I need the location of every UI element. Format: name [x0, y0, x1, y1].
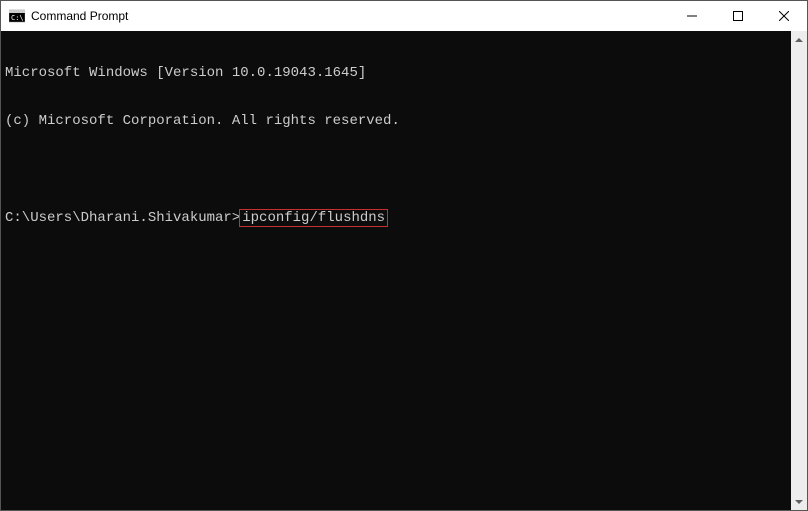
prompt-text: C:\Users\Dharani.Shivakumar> [5, 210, 240, 226]
terminal-area: Microsoft Windows [Version 10.0.19043.16… [1, 31, 807, 510]
svg-text:C:\: C:\ [11, 14, 24, 22]
minimize-button[interactable] [669, 1, 715, 31]
titlebar[interactable]: C:\ Command Prompt [1, 1, 807, 31]
scroll-up-arrow[interactable] [791, 31, 807, 48]
copyright-line: (c) Microsoft Corporation. All rights re… [5, 113, 787, 129]
close-button[interactable] [761, 1, 807, 31]
maximize-button[interactable] [715, 1, 761, 31]
command-prompt-window: C:\ Command Prompt Microsoft Windows [Ve… [0, 0, 808, 511]
scroll-track[interactable] [791, 48, 807, 493]
blank-line [5, 161, 787, 177]
prompt-line: C:\Users\Dharani.Shivakumar>ipconfig/flu… [5, 209, 787, 227]
command-text: ipconfig/flushdns [239, 209, 388, 227]
window-title: Command Prompt [31, 9, 669, 23]
window-controls [669, 1, 807, 31]
scroll-down-arrow[interactable] [791, 493, 807, 510]
terminal-output[interactable]: Microsoft Windows [Version 10.0.19043.16… [1, 31, 791, 510]
cmd-icon: C:\ [9, 8, 25, 24]
version-line: Microsoft Windows [Version 10.0.19043.16… [5, 65, 787, 81]
vertical-scrollbar[interactable] [791, 31, 807, 510]
